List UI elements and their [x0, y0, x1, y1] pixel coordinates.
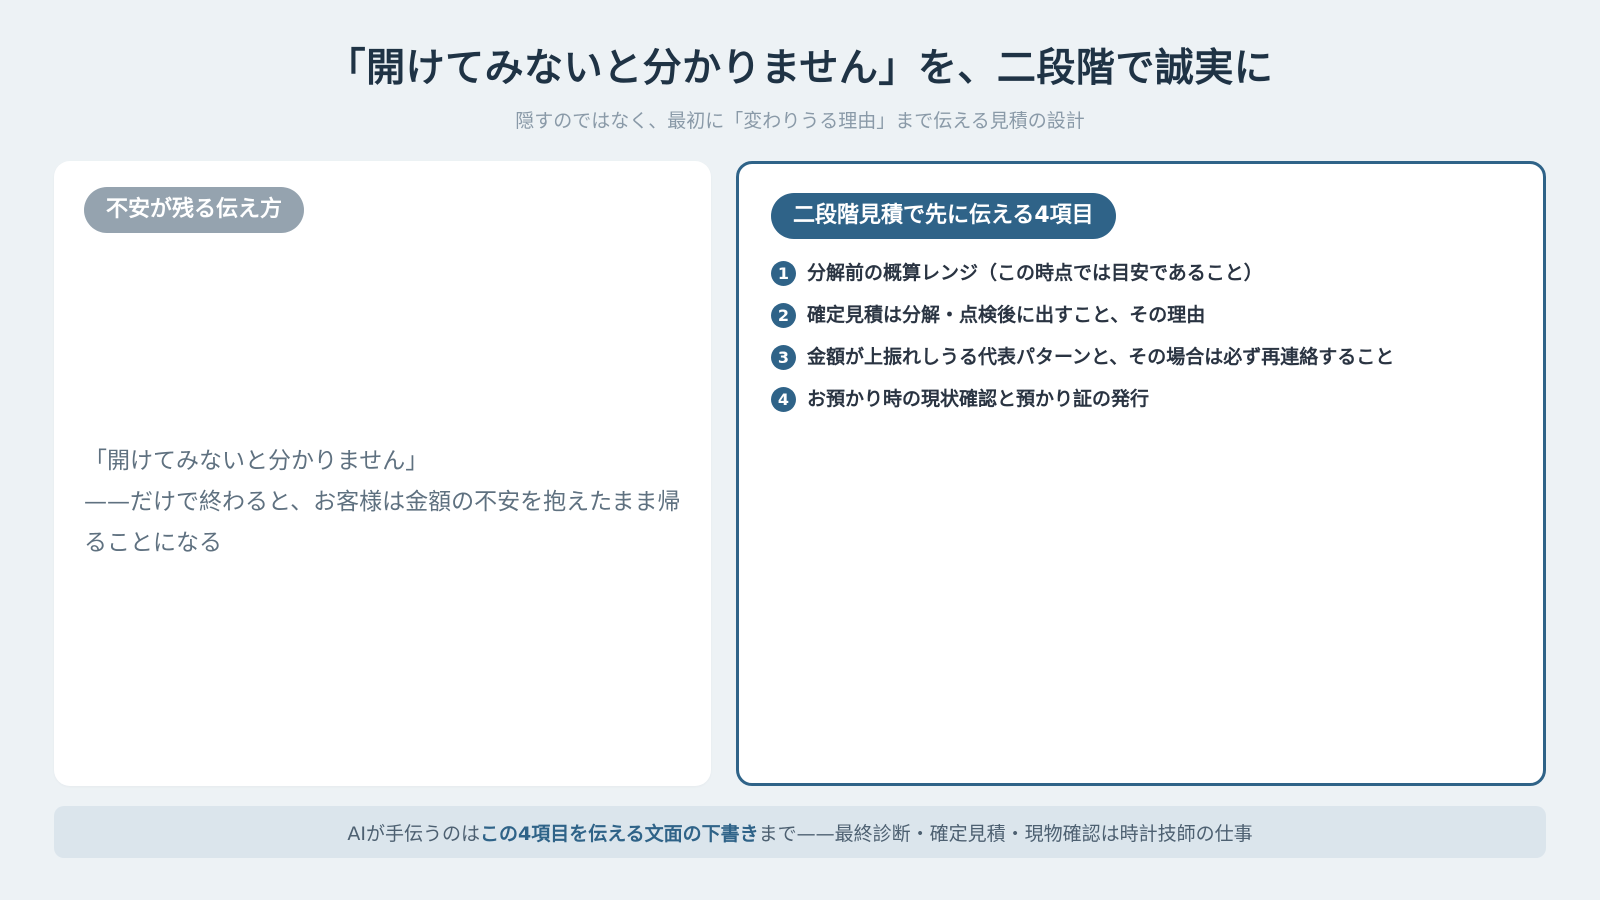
number-badge-icon: 1 — [771, 260, 796, 286]
page-title: 「開けてみないと分かりません」を、二段階で誠実に — [326, 46, 1274, 91]
estimate-item: 3 金額が上振れしうる代表パターンと、その場合は必ず再連絡すること — [771, 336, 1394, 378]
number-badge-icon: 3 — [771, 344, 796, 370]
ai-scope-highlight: この4項目を伝える文面の下書き — [479, 822, 759, 845]
ai-scope-note: AIが手伝うのは この4項目を伝える文面の下書き まで——最終診断・確定見積・現物確… — [54, 806, 1546, 858]
ai-scope-suffix: まで——最終診断・確定見積・現物確認は時計技師の仕事 — [758, 822, 1253, 845]
slide-page: 「開けてみないと分かりません」を、二段階で誠実に 隠すのではなく、最初に「変わり… — [0, 0, 1600, 900]
estimate-item: 2 確定見積は分解・点検後に出すこと、その理由 — [771, 294, 1394, 336]
estimate-item-text: 金額が上振れしうる代表パターンと、その場合は必ず再連絡すること — [807, 346, 1395, 368]
number-badge-icon: 2 — [771, 302, 796, 328]
estimate-item-text: 確定見積は分解・点検後に出すこと、その理由 — [807, 304, 1206, 326]
estimate-item: 4 お預かり時の現状確認と預かり証の発行 — [771, 378, 1394, 420]
anxious-phrasing-quote: 「開けてみないと分かりません」 ——だけで終わると、お客様は金額の不安を抱えたま… — [84, 441, 684, 564]
header: 「開けてみないと分かりません」を、二段階で誠実に 隠すのではなく、最初に「変わり… — [0, 42, 1600, 134]
quote-line-1: 「開けてみないと分かりません」 — [84, 448, 429, 474]
estimate-item-text: お預かり時の現状確認と預かり証の発行 — [807, 388, 1150, 410]
two-stage-estimate-card: 二段階見積で先に伝える4項目 1 分解前の概算レンジ（この時点では目安であること… — [736, 161, 1546, 786]
two-stage-estimate-badge: 二段階見積で先に伝える4項目 — [771, 193, 1116, 239]
anxious-phrasing-card: 不安が残る伝え方 「開けてみないと分かりません」 ——だけで終わると、お客様は金… — [54, 161, 711, 786]
estimate-item-text: 分解前の概算レンジ（この時点では目安であること） — [807, 262, 1263, 284]
page-subtitle: 隠すのではなく、最初に「変わりうる理由」まで伝える見積の設計 — [515, 110, 1085, 132]
anxious-phrasing-badge: 不安が残る伝え方 — [84, 187, 305, 233]
estimate-items-list: 1 分解前の概算レンジ（この時点では目安であること） 2 確定見積は分解・点検後… — [771, 252, 1394, 420]
quote-line-2: ——だけで終わると、お客様は金額の不安を抱えたまま帰ることになる — [84, 489, 681, 556]
number-badge-icon: 4 — [771, 386, 796, 412]
ai-scope-prefix: AIが手伝うのは — [347, 822, 480, 845]
estimate-item: 1 分解前の概算レンジ（この時点では目安であること） — [771, 252, 1394, 294]
